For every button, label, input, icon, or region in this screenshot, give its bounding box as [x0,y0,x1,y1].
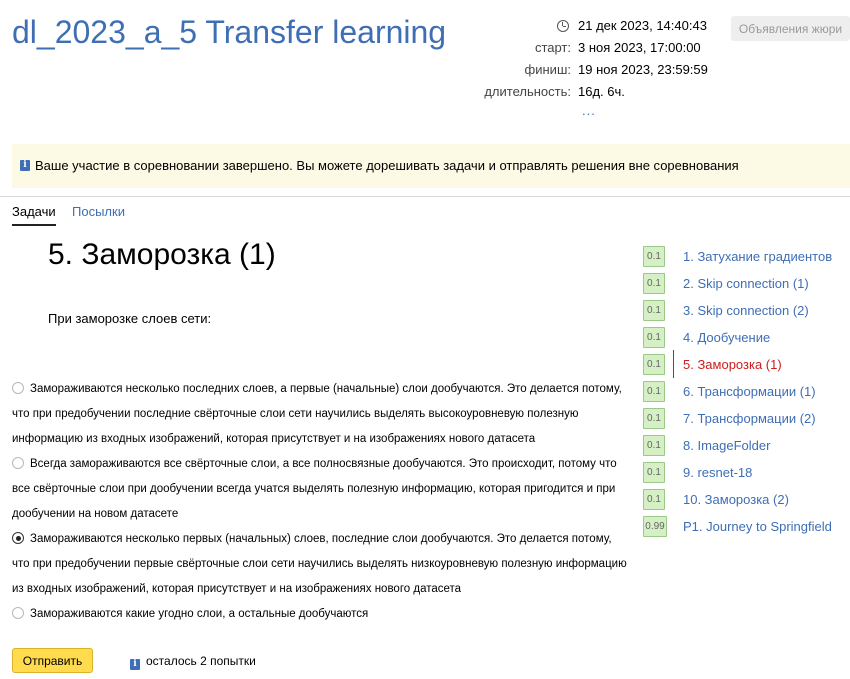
score-badge: 0.1 [643,273,665,294]
problem-link[interactable]: 9. resnet-18 [683,465,752,480]
score-badge: 0.1 [643,408,665,429]
score-badge: 0.1 [643,462,665,483]
radio-button-checked[interactable] [12,532,24,544]
problem-link[interactable]: 3. Skip connection (2) [683,303,809,318]
duration-label: длительность: [484,84,571,99]
score-badge: 0.99 [643,516,667,537]
participation-notice: i Ваше участие в соревновании завершено.… [12,144,850,188]
divider [0,196,850,197]
problem-title: 5. Заморозка (1) [48,238,276,271]
score-badge: 0.1 [643,489,665,510]
option-text: Замораживаются несколько первых (начальн… [12,533,627,595]
start-value: 3 ноя 2023, 17:00:00 [578,40,701,55]
answer-option[interactable]: Всегда замораживаются все свёрточные сло… [12,452,632,527]
radio-button[interactable] [12,382,24,394]
finish-value: 19 ноя 2023, 23:59:59 [578,62,708,77]
score-badge: 0.1 [643,300,665,321]
current-time-row: 21 дек 2023, 14:40:43 [470,18,720,36]
answer-option[interactable]: Замораживаются несколько последних слоев… [12,377,632,452]
problem-link[interactable]: 7. Трансформации (2) [683,411,816,426]
problem-link[interactable]: 5. Заморозка (1) [683,357,782,372]
info-icon: i [130,659,140,670]
option-text: Всегда замораживаются все свёрточные сло… [12,458,617,520]
score-badge: 0.1 [643,327,665,348]
score-badge: 0.1 [643,435,665,456]
score-badge: 0.1 [643,246,665,267]
tab-submissions[interactable]: Посылки [72,204,125,219]
answer-options: Замораживаются несколько последних слоев… [12,377,632,627]
info-icon: i [20,160,30,171]
duration-row: длительность: 16д. 6ч. [470,84,720,102]
tab-problems[interactable]: Задачи [12,204,56,226]
finish-label: финиш: [524,62,571,77]
problem-link[interactable]: 2. Skip connection (1) [683,276,809,291]
problem-link[interactable]: 1. Затухание градиентов [683,249,832,264]
attempts-remaining: i осталось 2 попытки [130,654,256,670]
submit-button[interactable]: Отправить [12,648,93,673]
option-text: Замораживаются несколько последних слоев… [12,383,622,445]
notice-text: Ваше участие в соревновании завершено. В… [35,158,739,173]
problem-link[interactable]: 10. Заморозка (2) [683,492,789,507]
more-link[interactable]: ... [582,103,596,118]
question-text: При заморозке слоев сети: [48,311,212,326]
duration-value: 16д. 6ч. [578,84,625,99]
current-time: 21 дек 2023, 14:40:43 [578,18,707,33]
contest-title: dl_2023_a_5 Transfer learning [12,14,447,50]
start-label: старт: [534,40,571,55]
problem-link[interactable]: 6. Трансформации (1) [683,384,816,399]
answer-option-selected[interactable]: Замораживаются несколько первых (начальн… [12,527,632,602]
start-row: старт: 3 ноя 2023, 17:00:00 [470,40,720,58]
finish-row: финиш: 19 ноя 2023, 23:59:59 [470,62,720,80]
radio-button[interactable] [12,607,24,619]
active-marker [673,350,674,378]
problem-link[interactable]: P1. Journey to Springfield [683,519,832,534]
answer-option[interactable]: Замораживаются какие угодно слои, а оста… [12,602,632,627]
problem-link[interactable]: 8. ImageFolder [683,438,770,453]
jury-announcements-button[interactable]: Объявления жюри [731,16,850,41]
score-badge: 0.1 [643,354,665,375]
clock-icon [557,20,569,32]
radio-button[interactable] [12,457,24,469]
score-badge: 0.1 [643,381,665,402]
attempts-text: осталось 2 попытки [146,654,256,668]
problem-link[interactable]: 4. Дообучение [683,330,770,345]
option-text: Замораживаются какие угодно слои, а оста… [30,608,369,620]
